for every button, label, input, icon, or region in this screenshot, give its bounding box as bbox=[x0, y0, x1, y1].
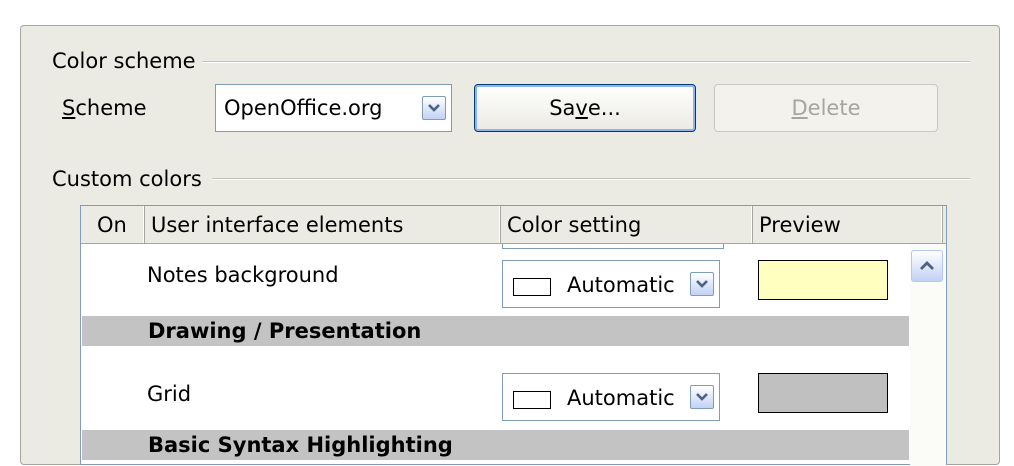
delete-label-rest: elete bbox=[807, 96, 861, 120]
scheme-label-mnemonic: S bbox=[62, 96, 76, 120]
delete-scheme-button[interactable]: Delete bbox=[714, 84, 938, 132]
column-header-color-setting[interactable]: Color setting bbox=[501, 206, 753, 243]
section-row-basic-syntax-highlighting: Basic Syntax Highlighting bbox=[82, 430, 909, 460]
color-select-value: Automatic bbox=[567, 386, 675, 410]
save-scheme-button[interactable]: Sa v e... bbox=[474, 84, 696, 132]
column-header-preview[interactable]: Preview bbox=[753, 206, 943, 243]
notes-background-preview bbox=[758, 260, 888, 300]
save-label-post: e... bbox=[587, 96, 621, 120]
chevron-up-icon bbox=[920, 261, 934, 270]
notes-background-color-select[interactable]: Automatic bbox=[502, 260, 720, 308]
delete-label-mnemonic: D bbox=[791, 96, 808, 120]
section-label: Basic Syntax Highlighting bbox=[148, 433, 453, 457]
chevron-down-icon bbox=[696, 280, 708, 288]
custom-colors-group-line bbox=[212, 178, 970, 180]
scheme-dropdown-button[interactable] bbox=[422, 96, 446, 120]
column-header-on[interactable]: On bbox=[81, 206, 145, 243]
grid-dropdown-button[interactable] bbox=[690, 385, 714, 409]
color-scheme-group-label: Color scheme bbox=[52, 48, 202, 74]
color-scheme-group-line bbox=[200, 61, 970, 63]
custom-colors-group-label: Custom colors bbox=[52, 166, 208, 192]
grid-preview bbox=[758, 373, 888, 413]
chevron-down-icon bbox=[428, 104, 440, 112]
notes-background-dropdown-button[interactable] bbox=[690, 272, 714, 296]
scheme-select-value: OpenOffice.org bbox=[224, 96, 383, 120]
section-row-drawing-presentation: Drawing / Presentation bbox=[82, 316, 909, 346]
grid-color-select[interactable]: Automatic bbox=[502, 373, 720, 421]
custom-colors-list-header: On User interface elements Color setting… bbox=[81, 206, 946, 244]
save-label-mnemonic: v bbox=[575, 96, 588, 120]
color-select-value: Automatic bbox=[567, 273, 675, 297]
scheme-select[interactable]: OpenOffice.org bbox=[215, 84, 452, 132]
row-label-grid[interactable]: Grid bbox=[147, 381, 191, 407]
color-swatch bbox=[513, 278, 551, 296]
scheme-label-rest: cheme bbox=[75, 96, 147, 120]
row-label-notes-background[interactable]: Notes background bbox=[147, 262, 339, 288]
color-setting-field-edge bbox=[502, 244, 724, 249]
scroll-up-button[interactable] bbox=[911, 250, 943, 282]
scheme-label: Scheme bbox=[62, 95, 147, 121]
chevron-down-icon bbox=[696, 393, 708, 401]
section-label: Drawing / Presentation bbox=[148, 319, 422, 343]
column-header-ui-elements[interactable]: User interface elements bbox=[145, 206, 501, 243]
save-label-pre: Sa bbox=[549, 96, 576, 120]
custom-colors-list[interactable]: On User interface elements Color setting… bbox=[80, 205, 947, 466]
color-swatch bbox=[513, 391, 551, 409]
